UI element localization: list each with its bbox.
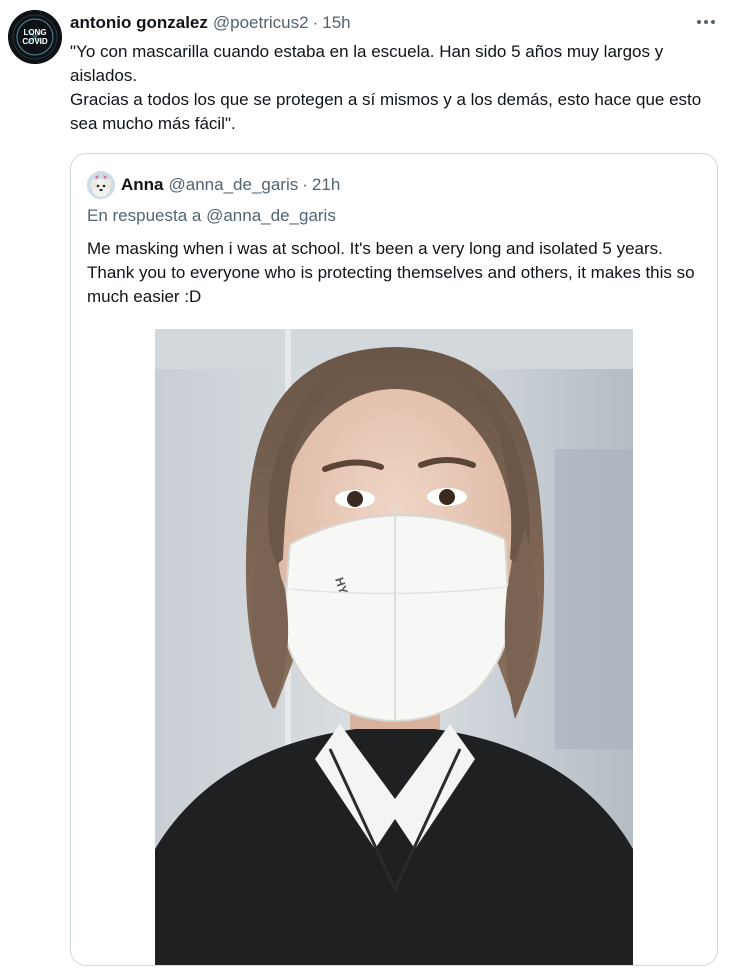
long-covid-badge-icon: LONG COVID bbox=[8, 10, 62, 64]
tweet: LONG COVID antonio gonzalez @poetricus2 … bbox=[0, 0, 740, 972]
tweet-header: antonio gonzalez @poetricus2 · 15h bbox=[70, 12, 351, 34]
separator-dot: · bbox=[312, 13, 319, 32]
tweet-text: "Yo con mascarilla cuando estaba en la e… bbox=[70, 40, 726, 136]
quoted-text: Me masking when i was at school. It's be… bbox=[87, 239, 695, 306]
quoted-author-name[interactable]: Anna bbox=[121, 175, 164, 195]
reply-handle-link[interactable]: @anna_de_garis bbox=[206, 206, 336, 225]
dot bbox=[711, 20, 715, 24]
avatar-badge-text-2: COVID bbox=[22, 37, 48, 46]
more-options-icon[interactable] bbox=[694, 12, 718, 32]
reply-prefix: En respuesta a bbox=[87, 206, 202, 225]
quoted-header: Anna @anna_de_garis · 21h bbox=[87, 170, 340, 200]
quoted-avatar[interactable] bbox=[87, 171, 115, 199]
tweet-timestamp[interactable]: 15h bbox=[322, 13, 350, 33]
tweet-text-paragraph-2: Gracias a todos los que se protegen a sí… bbox=[70, 90, 702, 133]
separator-dot: · bbox=[302, 175, 308, 194]
quoted-timestamp[interactable]: 21h bbox=[312, 175, 340, 195]
quoted-tweet[interactable]: Anna @anna_de_garis · 21h En respuesta a… bbox=[70, 153, 718, 966]
author-handle[interactable]: @poetricus2 bbox=[213, 13, 309, 33]
author-name[interactable]: antonio gonzalez bbox=[70, 13, 208, 33]
dot bbox=[697, 20, 701, 24]
quoted-photo[interactable]: HY bbox=[155, 329, 633, 965]
tweet-text-paragraph-1: "Yo con mascarilla cuando estaba en la e… bbox=[70, 42, 664, 85]
dot bbox=[704, 20, 708, 24]
avatar-badge-text-1: LONG bbox=[23, 28, 46, 37]
selfie-photo: HY bbox=[155, 329, 633, 965]
quoted-author-handle[interactable]: @anna_de_garis bbox=[169, 175, 299, 195]
dog-avatar-icon bbox=[87, 171, 115, 199]
reply-context: En respuesta a @anna_de_garis bbox=[87, 206, 336, 226]
author-avatar[interactable]: LONG COVID bbox=[8, 10, 62, 64]
